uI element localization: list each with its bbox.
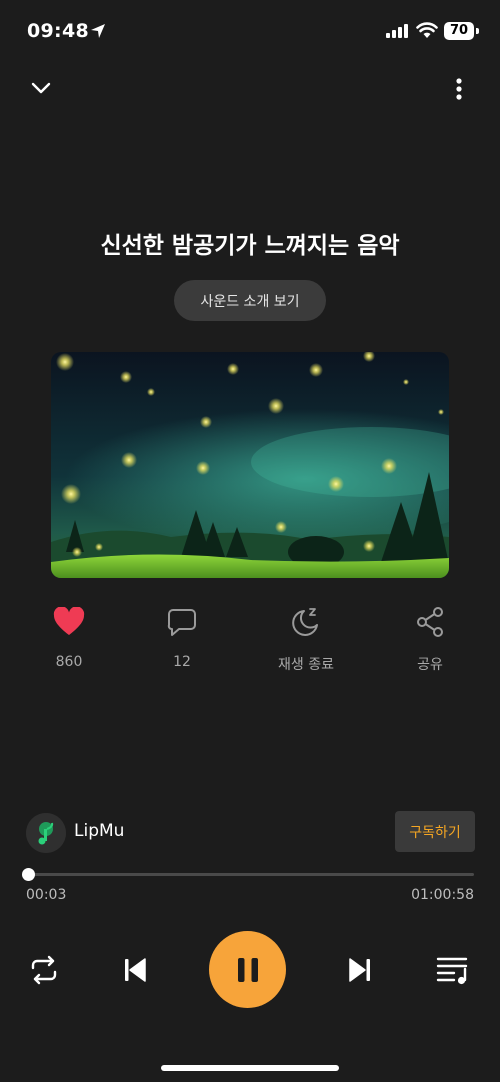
previous-button[interactable]	[115, 950, 155, 990]
progress-track[interactable]	[28, 873, 474, 876]
heart-icon	[53, 607, 85, 635]
progress-thumb[interactable]	[22, 868, 36, 881]
pause-button[interactable]	[209, 931, 286, 1008]
repeat-button[interactable]	[24, 950, 64, 990]
sleep-timer-label: 재생 종료	[278, 657, 334, 673]
share-icon	[417, 607, 443, 637]
comment-action[interactable]: 12	[137, 604, 227, 670]
comment-count: 12	[173, 654, 191, 670]
channel-name[interactable]: LipMu	[74, 821, 124, 841]
home-indicator	[161, 1065, 339, 1071]
album-artwork	[51, 352, 449, 578]
playlist-button[interactable]	[433, 950, 473, 990]
cellular-signal-icon	[386, 24, 408, 38]
like-action[interactable]: 860	[24, 604, 114, 670]
skip-previous-icon	[125, 958, 146, 982]
total-time: 01:00:58	[411, 887, 474, 903]
battery-level: 70	[444, 22, 474, 40]
pause-icon	[237, 957, 258, 982]
collapse-chevron-down-icon[interactable]	[28, 76, 54, 100]
track-title: 신선한 밤공기가 느껴지는 음악	[100, 233, 400, 259]
more-options-icon[interactable]	[449, 74, 469, 104]
share-action[interactable]: 공유	[385, 604, 475, 674]
channel-avatar[interactable]	[26, 813, 66, 853]
battery-tip	[476, 28, 479, 34]
subscribe-button[interactable]: 구독하기	[395, 811, 475, 852]
moon-icon	[292, 608, 318, 636]
comment-icon	[167, 609, 196, 636]
repeat-icon	[31, 955, 57, 985]
status-time: 09:48	[27, 20, 89, 42]
like-count: 860	[55, 654, 83, 670]
share-label: 공유	[417, 657, 443, 673]
skip-next-icon	[349, 958, 370, 982]
next-button[interactable]	[340, 950, 380, 990]
playlist-icon	[436, 957, 468, 985]
sound-intro-button[interactable]: 사운드 소개 보기	[174, 280, 326, 321]
sleep-timer-action[interactable]: 재생 종료	[261, 604, 351, 674]
wifi-icon	[416, 22, 438, 38]
location-arrow-icon	[91, 24, 105, 38]
current-time: 00:03	[26, 887, 67, 903]
